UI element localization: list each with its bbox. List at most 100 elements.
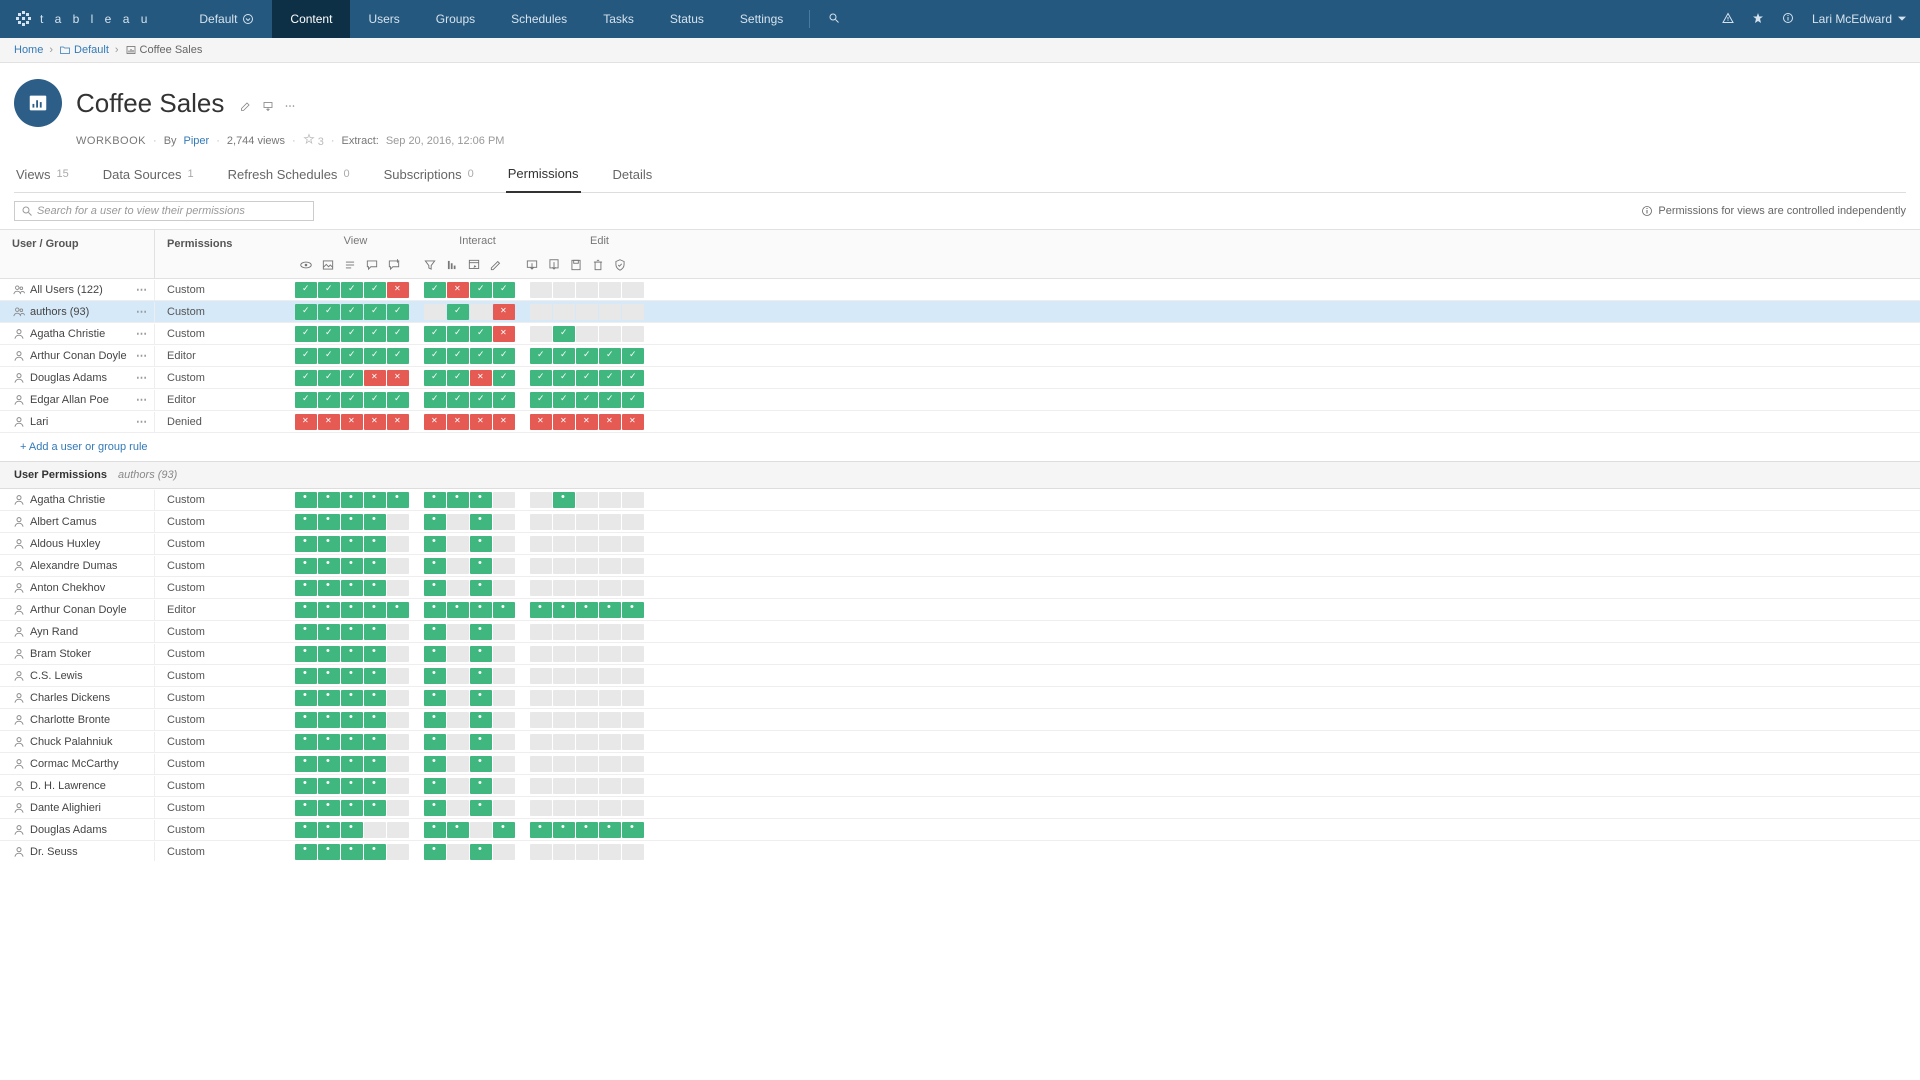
perm-cell[interactable] <box>447 778 469 794</box>
perm-cell[interactable] <box>553 536 575 552</box>
perm-cell[interactable] <box>530 756 552 772</box>
perm-cell[interactable] <box>553 712 575 728</box>
perm-cell[interactable] <box>387 282 409 298</box>
effective-row[interactable]: Dr. SeussCustom <box>0 841 1920 861</box>
nav-users[interactable]: Users <box>350 0 417 38</box>
perm-cell[interactable] <box>553 514 575 530</box>
perm-cell[interactable] <box>599 844 621 860</box>
tab-details[interactable]: Details <box>611 166 655 192</box>
perm-cell[interactable] <box>470 304 492 320</box>
perm-cell[interactable] <box>364 822 386 838</box>
effective-row[interactable]: Aldous HuxleyCustom <box>0 533 1920 555</box>
perm-cell[interactable] <box>364 646 386 662</box>
effective-permissions-list[interactable]: Agatha ChristieCustomAlbert CamusCustomA… <box>0 489 1920 861</box>
perm-cell[interactable] <box>622 624 644 640</box>
rule-role[interactable]: Editor <box>155 347 295 365</box>
perm-cell[interactable] <box>364 756 386 772</box>
perm-cell[interactable] <box>553 326 575 342</box>
perm-cell[interactable] <box>553 348 575 364</box>
perm-cell[interactable] <box>622 822 644 838</box>
perm-cell[interactable] <box>470 756 492 772</box>
perm-cell[interactable] <box>599 756 621 772</box>
effective-row[interactable]: Ayn RandCustom <box>0 621 1920 643</box>
perm-cell[interactable] <box>424 668 446 684</box>
perm-cell[interactable] <box>493 690 515 706</box>
breadcrumb-link[interactable]: Default <box>59 44 109 56</box>
perm-cell[interactable] <box>622 756 644 772</box>
perm-cell[interactable] <box>387 392 409 408</box>
perm-cell[interactable] <box>599 712 621 728</box>
perm-cell[interactable] <box>424 822 446 838</box>
perm-cell[interactable] <box>599 668 621 684</box>
perm-cell[interactable] <box>530 326 552 342</box>
tab-permissions[interactable]: Permissions <box>506 166 581 193</box>
perm-cell[interactable] <box>493 822 515 838</box>
effective-row[interactable]: Anton ChekhovCustom <box>0 577 1920 599</box>
rule-menu-button[interactable]: ⋯ <box>136 305 148 318</box>
site-picker[interactable]: Default <box>181 12 272 26</box>
perm-cell[interactable] <box>318 536 340 552</box>
rule-role[interactable]: Editor <box>155 391 295 409</box>
perm-cell[interactable] <box>364 414 386 430</box>
perm-cell[interactable] <box>470 392 492 408</box>
perm-cell[interactable] <box>447 370 469 386</box>
perm-cell[interactable] <box>318 282 340 298</box>
rule-role[interactable]: Custom <box>155 369 295 387</box>
perm-cell[interactable] <box>424 690 446 706</box>
perm-cell[interactable] <box>622 690 644 706</box>
perm-cell[interactable] <box>318 690 340 706</box>
perm-cell[interactable] <box>599 326 621 342</box>
perm-cell[interactable] <box>318 756 340 772</box>
perm-cell[interactable] <box>576 778 598 794</box>
perm-cell[interactable] <box>470 734 492 750</box>
perm-cell[interactable] <box>447 646 469 662</box>
perm-cell[interactable] <box>447 392 469 408</box>
tab-views[interactable]: Views15 <box>14 166 71 192</box>
perm-cell[interactable] <box>622 392 644 408</box>
perm-cell[interactable] <box>318 580 340 596</box>
perm-cell[interactable] <box>364 326 386 342</box>
perm-cell[interactable] <box>447 414 469 430</box>
perm-cell[interactable] <box>341 514 363 530</box>
perm-cell[interactable] <box>447 602 469 618</box>
perm-cell[interactable] <box>576 624 598 640</box>
perm-cell[interactable] <box>576 514 598 530</box>
perm-cell[interactable] <box>318 326 340 342</box>
perm-cell[interactable] <box>447 492 469 508</box>
perm-cell[interactable] <box>599 282 621 298</box>
perm-cell[interactable] <box>470 690 492 706</box>
perm-cell[interactable] <box>530 392 552 408</box>
nav-groups[interactable]: Groups <box>418 0 493 38</box>
perm-cell[interactable] <box>447 844 469 860</box>
perm-cell[interactable] <box>622 326 644 342</box>
perm-cell[interactable] <box>622 712 644 728</box>
perm-cell[interactable] <box>493 624 515 640</box>
perm-cell[interactable] <box>493 492 515 508</box>
perm-cell[interactable] <box>341 624 363 640</box>
perm-cell[interactable] <box>530 304 552 320</box>
perm-cell[interactable] <box>622 282 644 298</box>
perm-cell[interactable] <box>553 822 575 838</box>
perm-cell[interactable] <box>318 348 340 364</box>
perm-cell[interactable] <box>470 536 492 552</box>
perm-cell[interactable] <box>470 712 492 728</box>
rule-menu-button[interactable]: ⋯ <box>136 349 148 362</box>
perm-cell[interactable] <box>295 326 317 342</box>
perm-cell[interactable] <box>387 668 409 684</box>
perm-cell[interactable] <box>295 800 317 816</box>
perm-cell[interactable] <box>576 392 598 408</box>
perm-cell[interactable] <box>387 602 409 618</box>
perm-cell[interactable] <box>599 624 621 640</box>
rule-role[interactable]: Custom <box>155 303 295 321</box>
perm-cell[interactable] <box>622 348 644 364</box>
rule-row[interactable]: Agatha Christie⋯Custom <box>0 323 1920 345</box>
perm-cell[interactable] <box>493 778 515 794</box>
perm-cell[interactable] <box>341 712 363 728</box>
perm-cell[interactable] <box>576 558 598 574</box>
perm-cell[interactable] <box>530 348 552 364</box>
perm-cell[interactable] <box>493 558 515 574</box>
perm-cell[interactable] <box>424 558 446 574</box>
perm-cell[interactable] <box>364 844 386 860</box>
perm-cell[interactable] <box>318 492 340 508</box>
perm-cell[interactable] <box>576 756 598 772</box>
